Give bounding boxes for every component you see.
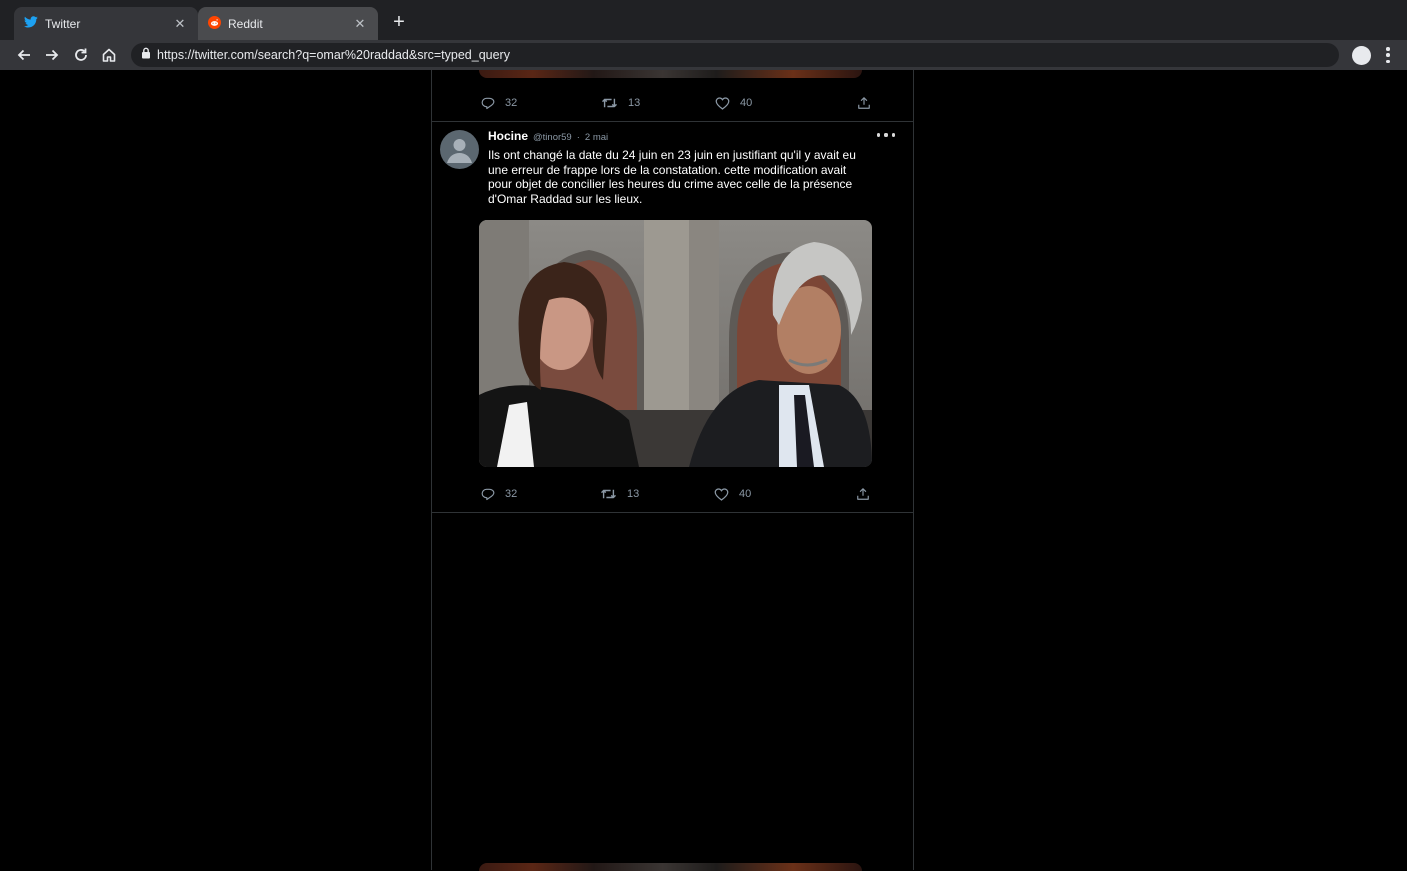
back-button[interactable] [13,43,35,67]
reply-icon [481,97,495,110]
retweet-icon [601,489,616,499]
close-tab-icon[interactable]: ✕ [352,16,368,32]
like-button[interactable]: 40 [714,487,751,501]
author-handle[interactable]: @tinor59 [533,132,572,143]
heart-icon [715,97,730,110]
close-tab-icon[interactable]: ✕ [172,16,188,32]
tweet-divider [432,512,913,513]
tweet-actions: 32 13 40 [479,487,879,505]
share-button[interactable] [857,96,871,110]
new-tab-button[interactable]: + [389,9,409,35]
retweet-button[interactable]: 13 [601,96,640,110]
tab-label: Twitter [45,16,81,31]
retweet-button[interactable]: 13 [600,487,639,501]
reddit-icon [208,15,221,32]
retweet-count: 13 [628,97,641,109]
like-count: 40 [740,97,753,109]
browser-tab-strip: Twitter ✕ Reddit ✕ + [0,0,1407,40]
share-button[interactable] [856,487,870,501]
reply-button[interactable]: 32 [481,96,517,110]
tweet-header: Hocine @tinor59 · 2 mai [488,129,608,143]
previous-tweet-actions: 32 13 40 [479,96,879,114]
browser-toolbar: https://twitter.com/search?q=omar%20radd… [0,40,1407,70]
home-icon [102,48,116,62]
tweet-date[interactable]: 2 mai [585,132,608,143]
tab-twitter[interactable]: Twitter ✕ [14,7,198,40]
reply-button[interactable]: 32 [481,487,517,501]
tweet-text: Ils ont changé la date du 24 juin en 23 … [488,148,856,206]
default-avatar-icon [447,139,472,163]
more-options-icon[interactable] [877,130,895,140]
tab-reddit[interactable]: Reddit ✕ [198,7,378,40]
tweet-photo[interactable] [479,220,872,467]
retweet-icon [602,98,617,108]
avatar[interactable] [440,130,479,169]
tweet-divider [432,121,913,122]
browser-menu-button[interactable] [1382,45,1394,65]
previous-tweet-media[interactable] [479,70,862,78]
arrow-left-icon [17,49,30,61]
reply-count: 32 [505,97,518,109]
retweet-count: 13 [627,488,640,500]
reload-icon [75,48,87,61]
lock-icon [141,46,151,64]
like-button[interactable]: 40 [715,96,752,110]
tab-label: Reddit [228,16,263,31]
share-icon [858,97,870,109]
like-count: 40 [739,488,752,500]
reply-count: 32 [505,488,518,500]
forward-button[interactable] [41,43,63,67]
author-name[interactable]: Hocine [488,129,528,143]
reload-button[interactable] [70,43,92,67]
url-text[interactable]: https://twitter.com/search?q=omar%20radd… [157,48,510,62]
timeline-column: 32 13 40 Hocine @tinor59 · 2 mai Ils ont… [431,70,914,871]
address-bar[interactable]: https://twitter.com/search?q=omar%20radd… [131,43,1339,67]
profile-avatar[interactable] [1352,46,1371,65]
twitter-bird-icon [24,16,38,31]
header-separator: · [576,132,580,143]
heart-icon [714,488,729,501]
home-button[interactable] [98,43,120,67]
share-icon [857,488,869,500]
arrow-right-icon [46,49,59,61]
reply-icon [481,488,495,501]
